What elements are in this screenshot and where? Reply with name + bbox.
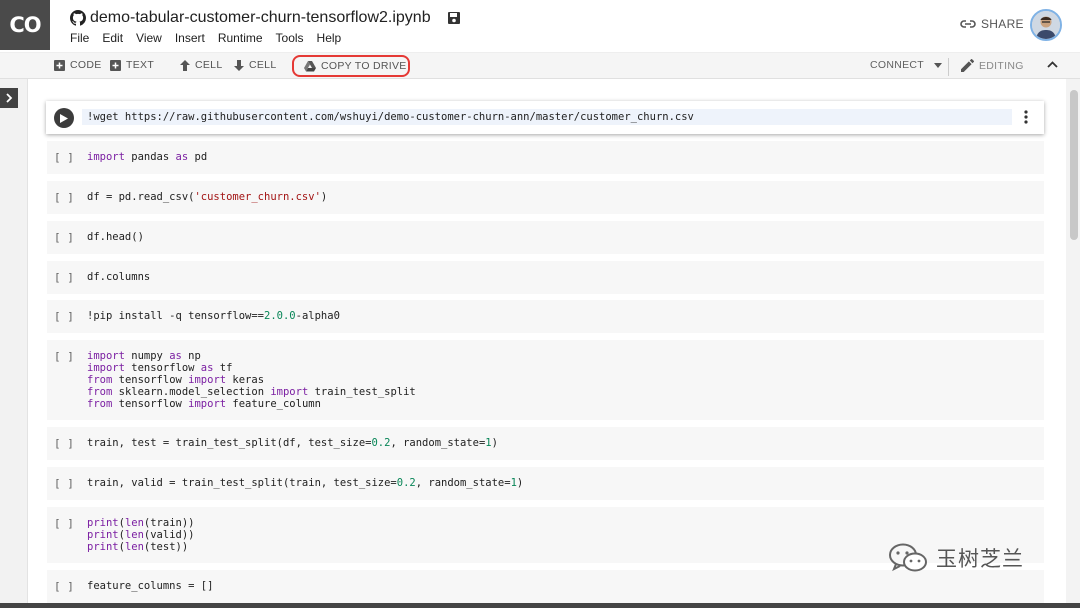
execution-count: [ ]: [54, 271, 74, 284]
code-editor[interactable]: df.head(): [87, 231, 144, 243]
code-editor[interactable]: df.columns: [87, 271, 150, 283]
execution-count: [ ]: [54, 477, 74, 490]
execution-count: [ ]: [54, 580, 74, 593]
execution-count: [ ]: [54, 350, 74, 363]
toggle-sidebar-button[interactable]: [0, 88, 18, 108]
code-editor[interactable]: !pip install -q tensorflow==2.0.0-alpha0: [87, 310, 340, 322]
menu-insert[interactable]: Insert: [175, 31, 205, 45]
add-box-icon: [54, 59, 65, 71]
execution-count: [ ]: [54, 310, 74, 323]
save-icon[interactable]: [447, 11, 461, 25]
code-cell[interactable]: [ ] import numpy as np import tensorflow…: [47, 340, 1044, 420]
copy-to-drive-label: COPY TO DRIVE: [321, 60, 407, 72]
watermark-text: 玉树芝兰: [936, 547, 1024, 571]
add-text-button[interactable]: TEXT: [110, 59, 154, 71]
code-editor[interactable]: !wget https://raw.githubusercontent.com/…: [87, 111, 694, 123]
link-icon: [960, 20, 976, 28]
connect-button[interactable]: CONNECT: [870, 59, 947, 71]
run-cell-button[interactable]: [54, 108, 74, 128]
notebook-title[interactable]: demo-tabular-customer-churn-tensorflow2.…: [90, 9, 431, 27]
code-editor[interactable]: train, test = train_test_split(df, test_…: [87, 437, 498, 449]
drive-icon: [304, 60, 316, 71]
bottom-status-bar: [0, 603, 1080, 608]
menu-help[interactable]: Help: [317, 31, 342, 45]
caret-down-icon: [934, 62, 943, 68]
title-row: demo-tabular-customer-churn-tensorflow2.…: [70, 7, 461, 29]
connect-label: CONNECT: [870, 59, 925, 71]
add-code-button[interactable]: CODE: [54, 59, 102, 71]
collapse-toolbar-button[interactable]: [1047, 61, 1063, 68]
app-header: CO demo-tabular-customer-churn-tensorflo…: [0, 0, 1080, 52]
code-cell[interactable]: [ ] train, test = train_test_split(df, t…: [47, 427, 1044, 460]
execution-count: [ ]: [54, 437, 74, 450]
more-vert-icon: [1024, 110, 1028, 124]
watermark: 玉树芝兰: [888, 543, 1024, 573]
execution-count: [ ]: [54, 517, 74, 530]
menu-file[interactable]: File: [70, 31, 89, 45]
chevron-right-icon: [5, 93, 12, 103]
left-sidebar: [0, 79, 28, 608]
code-cell[interactable]: [ ] df.columns: [47, 261, 1044, 294]
add-box-icon: [110, 59, 121, 71]
text-label: TEXT: [126, 59, 155, 71]
execution-count: [ ]: [54, 191, 74, 204]
editing-label: EDITING: [979, 59, 1024, 72]
code-editor[interactable]: print(len(train)) print(len(valid)) prin…: [87, 517, 194, 553]
colab-logo[interactable]: CO: [0, 0, 50, 50]
execution-count: [ ]: [54, 151, 74, 164]
code-editor[interactable]: train, valid = train_test_split(train, t…: [87, 477, 523, 489]
toolbar-divider: [948, 58, 949, 76]
arrow-up-icon: [180, 59, 190, 71]
menu-tools[interactable]: Tools: [276, 31, 304, 45]
code-cell[interactable]: [ ] train, valid = train_test_split(trai…: [47, 467, 1044, 500]
code-editor[interactable]: feature_columns = []: [87, 580, 213, 592]
code-editor[interactable]: import numpy as np import tensorflow as …: [87, 350, 416, 410]
code-cell[interactable]: [ ] df.head(): [47, 221, 1044, 254]
code-cell-active[interactable]: !wget https://raw.githubusercontent.com/…: [46, 101, 1044, 134]
execution-count: [ ]: [54, 231, 74, 244]
menu-runtime[interactable]: Runtime: [218, 31, 263, 45]
menu-bar: File Edit View Insert Runtime Tools Help: [70, 31, 341, 45]
avatar-icon: [1032, 11, 1060, 39]
wechat-icon: [889, 543, 927, 572]
code-cell[interactable]: [ ] df = pd.read_csv('customer_churn.csv…: [47, 181, 1044, 214]
share-label: SHARE: [981, 17, 1024, 31]
editing-mode-button[interactable]: EDITING: [961, 59, 1024, 72]
user-avatar[interactable]: [1030, 9, 1062, 41]
move-cell-down-button[interactable]: CELL: [234, 59, 276, 71]
github-icon: [70, 10, 86, 26]
code-editor[interactable]: df = pd.read_csv('customer_churn.csv'): [87, 191, 327, 203]
code-cell[interactable]: [ ] !pip install -q tensorflow==2.0.0-al…: [47, 300, 1044, 333]
notebook-toolbar: CODE TEXT CELL CELL COPY TO DRIVE CONNEC…: [0, 52, 1080, 79]
arrow-down-icon: [234, 59, 244, 71]
copy-to-drive-button[interactable]: COPY TO DRIVE: [292, 55, 410, 77]
code-cell[interactable]: [ ] feature_columns = []: [47, 570, 1044, 603]
menu-edit[interactable]: Edit: [102, 31, 123, 45]
code-cell[interactable]: [ ] import pandas as pd: [47, 141, 1044, 174]
cell-down-label: CELL: [249, 59, 277, 71]
cell-up-label: CELL: [195, 59, 223, 71]
move-cell-up-button[interactable]: CELL: [180, 59, 222, 71]
scrollbar-thumb[interactable]: [1070, 90, 1078, 240]
share-button[interactable]: SHARE: [960, 17, 1024, 31]
chevron-up-icon: [1047, 61, 1058, 68]
cell-menu-button[interactable]: [1024, 110, 1028, 129]
menu-view[interactable]: View: [136, 31, 162, 45]
code-label: CODE: [70, 59, 102, 71]
play-icon: [60, 113, 68, 123]
pencil-icon: [961, 59, 974, 72]
code-editor[interactable]: import pandas as pd: [87, 151, 207, 163]
